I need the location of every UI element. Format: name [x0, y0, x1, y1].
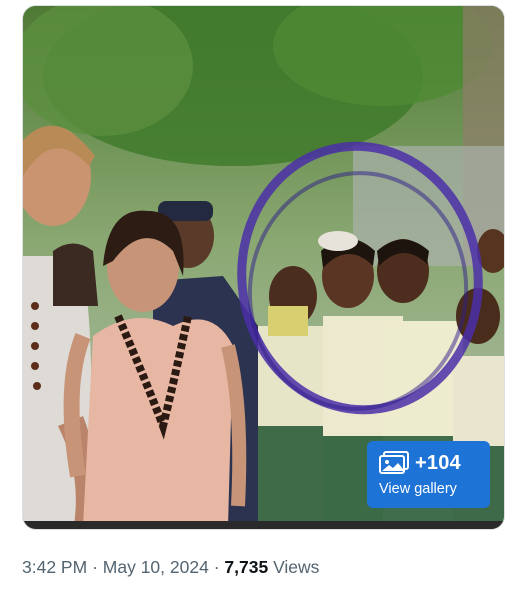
views-label: Views [273, 557, 320, 577]
view-gallery-button[interactable]: +104 View gallery [367, 441, 490, 508]
tweet-time[interactable]: 3:42 PM [22, 557, 87, 577]
views-count: 7,735 [224, 557, 269, 577]
gallery-icon [379, 451, 409, 474]
gallery-count: +104 [415, 451, 461, 474]
gallery-label: View gallery [379, 481, 457, 497]
meta-separator: · [213, 557, 220, 577]
tweet-date[interactable]: May 10, 2024 [103, 557, 209, 577]
meta-separator: · [92, 557, 98, 577]
tweet-meta: 3:42 PM · May 10, 2024 · 7,735 Views [22, 557, 319, 578]
tweet-photo[interactable]: +104 View gallery [22, 5, 505, 530]
